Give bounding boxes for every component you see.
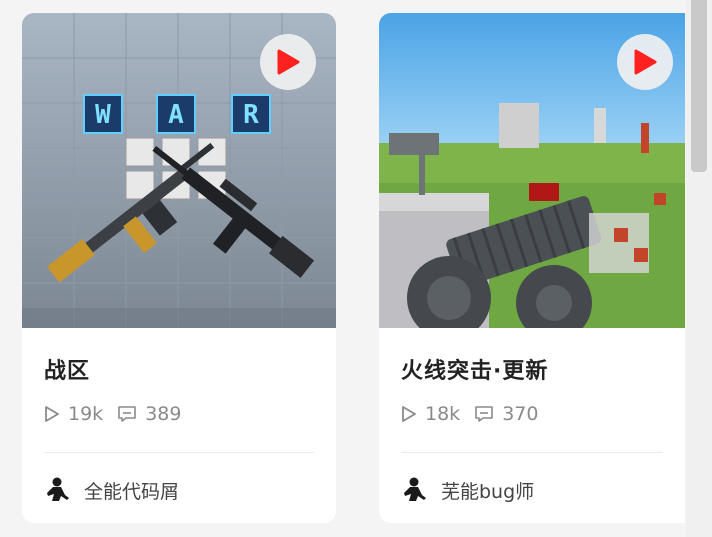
game-thumbnail[interactable]: W A R — [22, 13, 336, 328]
game-title[interactable]: 火线突击·更新 — [401, 353, 548, 385]
comments-count: 370 — [502, 403, 539, 425]
game-card[interactable]: 火线突击·更新 18k 370 芜能bug师 — [379, 13, 685, 523]
play-icon — [277, 49, 300, 75]
divider — [401, 452, 663, 453]
game-card[interactable]: W A R 战区 19k 389 全能代码屑 — [22, 13, 336, 523]
game-thumbnail[interactable] — [379, 13, 685, 328]
views-stat: 19k — [44, 403, 103, 425]
play-icon — [634, 49, 657, 75]
comment-icon — [475, 406, 493, 422]
comments-stat: 370 — [474, 403, 538, 425]
views-count: 18k — [425, 403, 461, 425]
thumb-letter: R — [243, 100, 259, 130]
comment-icon — [118, 406, 136, 422]
play-outline-icon — [402, 406, 416, 422]
thumb-letter: W — [95, 100, 111, 130]
views-count: 19k — [68, 403, 104, 425]
play-outline-icon — [45, 406, 59, 422]
thumb-letter: A — [168, 100, 184, 130]
scrollbar-thumb[interactable] — [691, 0, 707, 172]
play-button[interactable] — [617, 34, 673, 90]
game-stats: 18k 370 — [401, 403, 552, 425]
comments-count: 389 — [145, 403, 182, 425]
user-avatar-icon — [404, 477, 426, 501]
divider — [44, 452, 314, 453]
comments-stat: 389 — [117, 403, 181, 425]
author-name: 全能代码屑 — [84, 480, 180, 503]
views-stat: 18k — [401, 403, 460, 425]
play-button[interactable] — [260, 34, 316, 90]
author-name: 芜能bug师 — [441, 480, 535, 503]
game-title[interactable]: 战区 — [44, 353, 90, 385]
user-avatar-icon — [47, 477, 69, 501]
scrollbar[interactable] — [686, 0, 712, 537]
author-info[interactable]: 芜能bug师 — [401, 476, 534, 504]
author-info[interactable]: 全能代码屑 — [44, 476, 179, 504]
game-stats: 19k 389 — [44, 403, 195, 425]
